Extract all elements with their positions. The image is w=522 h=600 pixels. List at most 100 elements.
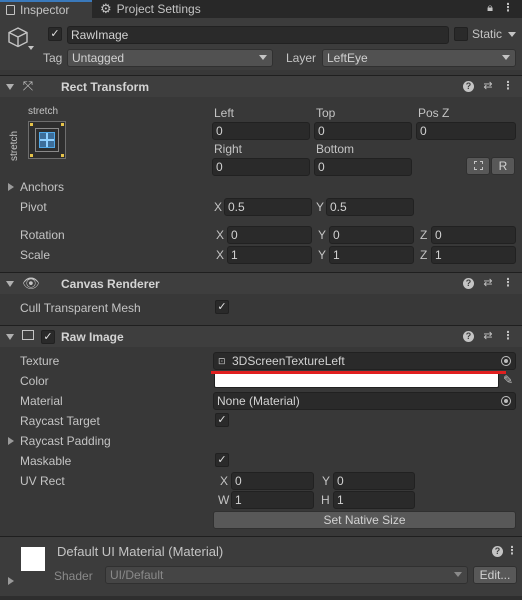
raycast-padding-foldout-icon[interactable] — [8, 437, 14, 445]
anchor-h-arrow — [40, 139, 54, 141]
set-native-size-button[interactable]: Set Native Size — [213, 511, 516, 529]
static-checkbox[interactable] — [454, 27, 468, 41]
tab-project-settings[interactable]: ⚙ Project Settings — [100, 0, 230, 18]
tab-project-settings-label: Project Settings — [116, 2, 201, 16]
shader-dropdown[interactable]: UI/Default — [105, 566, 468, 584]
tab-inspector[interactable]: Inspector — [0, 0, 92, 18]
cull-transparent-mesh-checkbox[interactable]: ✓ — [215, 300, 229, 314]
foldout-arrow-icon[interactable] — [6, 84, 14, 90]
kebab-menu-icon[interactable]: ⋮ — [502, 330, 514, 342]
top-label: Top — [316, 106, 336, 120]
material-field[interactable]: None (Material) — [213, 392, 516, 410]
object-name-field[interactable]: RawImage — [67, 26, 449, 44]
tag-value: Untagged — [72, 51, 125, 65]
preset-icon[interactable]: ⇄ — [482, 80, 494, 92]
color-label: Color — [20, 374, 49, 388]
render-texture-icon: ⊡ — [218, 356, 226, 366]
raw-edit-button[interactable]: R — [491, 157, 515, 175]
left-field[interactable]: 0 — [212, 122, 310, 140]
anchor-horizontal-label: stretch — [28, 106, 59, 117]
rotation-z-label: Z — [420, 228, 428, 242]
material-foldout-icon[interactable] — [8, 577, 14, 585]
bottom-field[interactable]: 0 — [314, 158, 412, 176]
pivot-y-label: Y — [316, 200, 325, 214]
foldout-arrow-icon[interactable] — [6, 281, 14, 287]
top-field[interactable]: 0 — [314, 122, 412, 140]
tag-label: Tag — [43, 51, 63, 65]
pivot-x-label: X — [214, 200, 223, 214]
left-label: Left — [214, 106, 235, 120]
uv-h-label: H — [321, 493, 330, 507]
anchor-corner — [61, 123, 64, 126]
tag-dropdown[interactable]: Untagged — [67, 49, 273, 67]
uv-w-field[interactable]: 1 — [231, 491, 314, 509]
layer-value: LeftEye — [327, 51, 368, 65]
foldout-arrow-icon[interactable] — [6, 334, 14, 340]
canvas-renderer-title: Canvas Renderer — [61, 277, 160, 291]
rotation-y-field[interactable]: 0 — [329, 226, 414, 244]
anchor-preset-button[interactable] — [28, 121, 66, 159]
pivot-y-field[interactable]: 0.5 — [326, 198, 414, 216]
uv-x-field[interactable]: 0 — [231, 472, 314, 490]
anchors-label[interactable]: Anchors — [20, 180, 64, 194]
help-icon[interactable]: ? — [492, 546, 503, 557]
anchors-foldout-icon[interactable] — [8, 183, 14, 191]
maskable-checkbox[interactable]: ✓ — [215, 453, 229, 467]
uv-w-label: W — [218, 493, 230, 507]
scale-y-label: Y — [318, 248, 327, 262]
raycast-padding-label[interactable]: Raycast Padding — [20, 434, 111, 448]
scale-z-field[interactable]: 1 — [431, 246, 516, 264]
uv-h-field[interactable]: 1 — [333, 491, 415, 509]
edit-shader-button[interactable]: Edit... — [473, 566, 517, 584]
pivot-x-field[interactable]: 0.5 — [224, 198, 312, 216]
eyedropper-icon[interactable]: ✎ — [502, 374, 514, 386]
rotation-label: Rotation — [20, 228, 65, 242]
right-field[interactable]: 0 — [212, 158, 310, 176]
chevron-down-icon — [454, 572, 462, 577]
blueprint-mode-button[interactable] — [466, 157, 490, 175]
active-checkbox[interactable]: ✓ — [48, 27, 62, 41]
object-picker-icon[interactable] — [501, 396, 511, 406]
anchor-corner — [30, 154, 33, 157]
kebab-menu-icon[interactable]: ⋮ — [502, 80, 514, 92]
uv-y-field[interactable]: 0 — [333, 472, 415, 490]
bottom-label: Bottom — [316, 142, 355, 156]
layer-label: Layer — [286, 51, 317, 65]
preset-icon[interactable]: ⇄ — [482, 330, 494, 342]
raycast-target-checkbox[interactable]: ✓ — [215, 413, 229, 427]
scale-x-label: X — [216, 248, 225, 262]
shader-label: Shader — [54, 569, 93, 583]
gear-icon: ⚙ — [100, 1, 112, 16]
uv-x-label: X — [220, 474, 229, 488]
rotation-x-label: X — [216, 228, 225, 242]
texture-field[interactable]: ⊡ 3DScreenTextureLeft — [213, 352, 516, 370]
raycast-target-label: Raycast Target — [20, 414, 100, 428]
icon-dropdown-arrow[interactable] — [28, 46, 34, 50]
raw-image-enabled-checkbox[interactable]: ✓ — [41, 330, 55, 344]
texture-label: Texture — [20, 354, 60, 368]
posz-field[interactable]: 0 — [416, 122, 516, 140]
tab-inspector-label: Inspector — [20, 3, 70, 17]
anchor-vertical-label: stretch — [9, 130, 20, 161]
red-annotation-line — [211, 371, 506, 374]
preset-icon[interactable]: ⇄ — [482, 277, 494, 289]
maskable-label: Maskable — [20, 454, 72, 468]
help-icon[interactable]: ? — [463, 331, 474, 342]
layer-dropdown[interactable]: LeftEye — [322, 49, 516, 67]
kebab-menu-icon[interactable]: ⋮ — [502, 277, 514, 289]
kebab-menu-icon[interactable]: ⋮ — [501, 1, 515, 15]
lock-icon[interactable]: 🔒︎ — [483, 1, 497, 15]
material-value: None (Material) — [217, 394, 300, 408]
help-icon[interactable]: ? — [463, 81, 474, 92]
object-picker-icon[interactable] — [501, 356, 511, 366]
scale-x-field[interactable]: 1 — [227, 246, 312, 264]
color-swatch[interactable] — [214, 372, 499, 388]
kebab-menu-icon[interactable]: ⋮ — [506, 545, 518, 557]
static-dropdown-arrow[interactable] — [508, 32, 516, 37]
raw-image-title: Raw Image — [61, 330, 124, 344]
pivot-label: Pivot — [20, 200, 47, 214]
rotation-z-field[interactable]: 0 — [431, 226, 516, 244]
help-icon[interactable]: ? — [463, 278, 474, 289]
rotation-x-field[interactable]: 0 — [227, 226, 312, 244]
scale-y-field[interactable]: 1 — [329, 246, 414, 264]
